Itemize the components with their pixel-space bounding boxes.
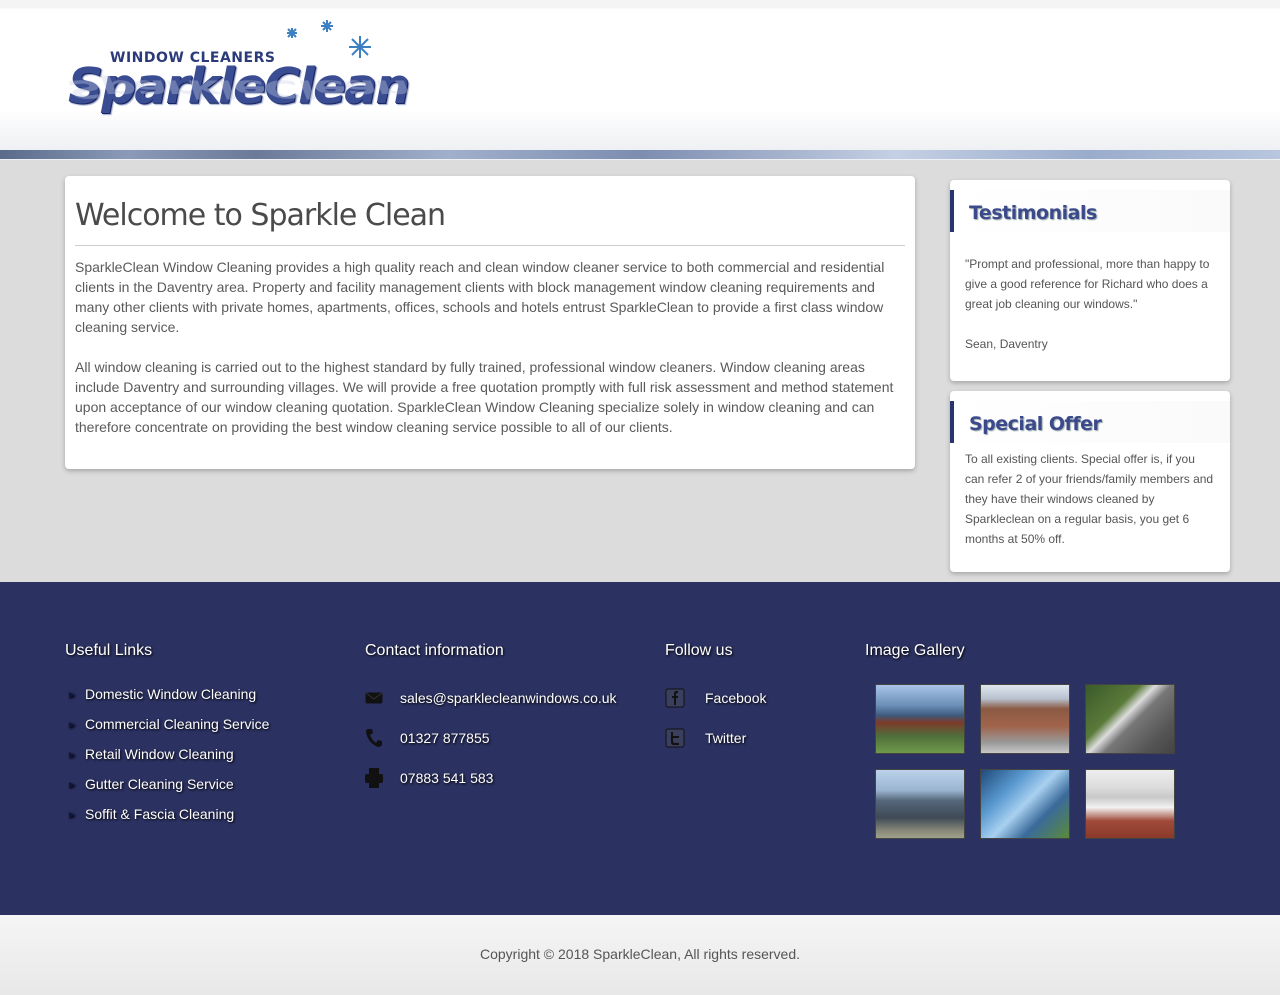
footer-link-domestic[interactable]: ► Domestic Window Cleaning xyxy=(65,684,269,714)
phone-icon xyxy=(365,728,400,748)
contact-fax-value[interactable]: 07883 541 583 xyxy=(400,770,493,786)
special-offer-title: Special Offer xyxy=(969,413,1102,435)
gallery-thumb[interactable] xyxy=(875,684,965,754)
envelope-icon xyxy=(365,688,400,708)
follow-column: Follow us Facebook Twitter xyxy=(665,642,766,758)
welcome-section: Welcome to Sparkle Clean SparkleClean Wi… xyxy=(65,176,915,469)
footer-link-label[interactable]: Soffit & Fascia Cleaning xyxy=(85,806,234,822)
testimonials-widget: Testimonials "Prompt and professional, m… xyxy=(950,180,1230,381)
chevron-right-icon: ► xyxy=(67,720,77,731)
site-header: WINDOW CLEANERS SparkleClean SparkleClea… xyxy=(0,0,1280,160)
useful-links-column: Useful Links ► Domestic Window Cleaning ►… xyxy=(65,642,269,834)
contact-phone[interactable]: 01327 877855 xyxy=(365,718,617,758)
footer-link-label[interactable]: Commercial Cleaning Service xyxy=(85,716,269,732)
contact-phone-value[interactable]: 01327 877855 xyxy=(400,730,490,746)
gallery-thumb[interactable] xyxy=(875,769,965,839)
follow-title: Follow us xyxy=(665,642,733,659)
special-offer-text: To all existing clients. Special offer i… xyxy=(965,452,1214,546)
contact-title: Contact information xyxy=(365,642,504,659)
chevron-right-icon: ► xyxy=(67,690,77,701)
footer-link-gutter[interactable]: ► Gutter Cleaning Service xyxy=(65,774,269,804)
special-offer-body: To all existing clients. Special offer i… xyxy=(965,449,1216,549)
twitter-link[interactable]: Twitter xyxy=(665,718,766,758)
gallery-thumb[interactable] xyxy=(980,769,1070,839)
facebook-link[interactable]: Facebook xyxy=(665,678,766,718)
footer-link-soffit[interactable]: ► Soffit & Fascia Cleaning xyxy=(65,804,269,834)
testimonials-header: Testimonials xyxy=(950,190,1230,232)
testimonial-quote: "Prompt and professional, more than happ… xyxy=(965,257,1210,311)
welcome-text: SparkleClean Window Cleaning provides a … xyxy=(75,257,905,437)
footer-link-label[interactable]: Gutter Cleaning Service xyxy=(85,776,234,792)
testimonials-title: Testimonials xyxy=(969,202,1097,224)
footer-link-retail[interactable]: ► Retail Window Cleaning xyxy=(65,744,269,774)
chevron-right-icon: ► xyxy=(67,750,77,761)
fax-icon xyxy=(365,768,400,788)
footer-link-commercial[interactable]: ► Commercial Cleaning Service xyxy=(65,714,269,744)
useful-links-list: ► Domestic Window Cleaning ► Commercial Cl… xyxy=(65,684,269,834)
chevron-right-icon: ► xyxy=(67,780,77,791)
site-footer: Useful Links ► Domestic Window Cleaning ►… xyxy=(0,582,1280,915)
copyright-bar: Copyright © 2018 SparkleClean, All right… xyxy=(0,915,1280,995)
welcome-paragraph-1: SparkleClean Window Cleaning provides a … xyxy=(75,259,885,335)
testimonial-author: Sean, Daventry xyxy=(965,337,1048,351)
contact-email[interactable]: sales@sparklecleanwindows.co.uk xyxy=(365,678,617,718)
contact-list: sales@sparklecleanwindows.co.uk 01327 87… xyxy=(365,678,617,798)
social-list: Facebook Twitter xyxy=(665,678,766,758)
chevron-right-icon: ► xyxy=(67,810,77,821)
page-title: Welcome to Sparkle Clean xyxy=(75,198,905,246)
gallery-thumb[interactable] xyxy=(1085,684,1175,754)
special-offer-header: Special Offer xyxy=(950,401,1230,443)
twitter-icon xyxy=(665,728,705,748)
twitter-label[interactable]: Twitter xyxy=(705,730,746,746)
facebook-label[interactable]: Facebook xyxy=(705,690,766,706)
footer-link-label[interactable]: Domestic Window Cleaning xyxy=(85,686,256,702)
gallery-column: Image Gallery xyxy=(865,642,1175,839)
gallery-thumb[interactable] xyxy=(1085,769,1175,839)
welcome-paragraph-2: All window cleaning is carried out to th… xyxy=(75,359,894,435)
contact-fax[interactable]: 07883 541 583 xyxy=(365,758,617,798)
testimonials-body: "Prompt and professional, more than happ… xyxy=(965,254,1216,354)
footer-link-label[interactable]: Retail Window Cleaning xyxy=(85,746,234,762)
header-decorative-strip xyxy=(0,150,1280,159)
facebook-icon xyxy=(665,688,705,708)
copyright-text: Copyright © 2018 SparkleClean, All right… xyxy=(479,946,801,962)
useful-links-title: Useful Links xyxy=(65,642,153,659)
image-gallery xyxy=(875,684,1175,839)
contact-column: Contact information sales@sparklecleanwi… xyxy=(365,642,617,798)
logo-reflection: SparkleClean xyxy=(68,74,409,104)
gallery-title: Image Gallery xyxy=(865,642,965,659)
special-offer-widget: Special Offer To all existing clients. S… xyxy=(950,391,1230,572)
contact-email-value[interactable]: sales@sparklecleanwindows.co.uk xyxy=(400,690,617,706)
gallery-thumb[interactable] xyxy=(980,684,1070,754)
sparkleclean-logo[interactable]: WINDOW CLEANERS SparkleClean SparkleClea… xyxy=(68,18,453,130)
